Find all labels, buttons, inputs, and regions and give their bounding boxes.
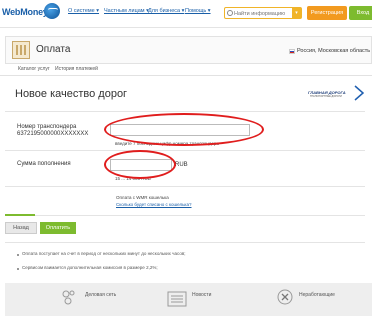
amount-input[interactable] xyxy=(110,159,172,171)
amount-label: Сумма пополнения xyxy=(17,161,71,167)
section-divider xyxy=(5,215,365,216)
webmoney-logo-text[interactable]: WebMoney xyxy=(2,7,48,17)
footer-panel: Деловая сеть Новости Неработающие xyxy=(5,283,372,316)
page-header: Оплата Россия, Московская область xyxy=(5,36,372,64)
note-bullet xyxy=(17,268,19,270)
note-timing: Оплата поступает на счет в период от нес… xyxy=(22,251,186,256)
transponder-prefix: 6372195000000XXXXXXX xyxy=(17,131,89,137)
chevron-down-icon[interactable]: ▾ xyxy=(292,8,301,18)
login-button[interactable]: Вход xyxy=(349,6,372,20)
search-input[interactable] xyxy=(234,9,290,18)
wallet-charge-link[interactable]: Сколько будет списано с кошелька? xyxy=(116,202,192,207)
footer-business-network[interactable]: Деловая сеть xyxy=(85,292,116,298)
nav-individuals[interactable]: Частным лицам ▾ xyxy=(104,8,149,14)
search-box[interactable]: ▾ xyxy=(224,7,302,19)
nav-business[interactable]: Для бизнеса ▾ xyxy=(148,8,184,14)
top-navigation-bar: WebMoney О системе ▾ Частным лицам ▾ Для… xyxy=(0,0,372,28)
tab-payment-history[interactable]: История платежей xyxy=(55,66,98,72)
section-divider xyxy=(5,111,365,112)
footer-news[interactable]: Новости xyxy=(192,292,211,298)
note-commission: Сервисом взимается дополнительная комисс… xyxy=(22,265,158,270)
tools-icon[interactable] xyxy=(277,289,293,305)
news-icon[interactable] xyxy=(167,291,187,307)
nav-help[interactable]: Помощь ▾ xyxy=(185,8,211,14)
back-button[interactable]: Назад xyxy=(5,222,37,234)
glavnaya-doroga-logo: ГЛАВНАЯ ДОРОГА ТРАНСПОРТНЫЕ ДОРОГИ xyxy=(308,84,364,102)
region-selector[interactable]: Россия, Московская область xyxy=(297,48,370,54)
transponder-label-line1: Номер транспондера xyxy=(17,124,77,130)
brand-arrow-icon xyxy=(354,85,364,101)
section-divider xyxy=(5,242,365,243)
tab-service-catalog[interactable]: Каталог услуг xyxy=(18,66,50,72)
business-network-icon[interactable] xyxy=(61,289,77,305)
transponder-input[interactable] xyxy=(110,124,250,136)
header-tabs: Каталог услуг История платежей xyxy=(0,64,372,76)
page-title: Оплата xyxy=(36,44,71,55)
amount-range-hint: 15 ... 14 005 RUB xyxy=(115,176,151,181)
section-divider xyxy=(5,186,365,187)
wallet-label: Оплата с WMR кошелька xyxy=(116,195,169,200)
service-title: Новое качество дорог xyxy=(15,88,128,100)
note-bullet xyxy=(17,254,19,256)
register-button[interactable]: Регистрация xyxy=(307,6,347,20)
progress-accent xyxy=(5,214,35,216)
brand-subtitle: ТРАНСПОРТНЫЕ ДОРОГИ xyxy=(310,95,342,98)
pay-button[interactable]: Оплатить xyxy=(40,222,76,234)
currency-label: RUB xyxy=(175,162,188,168)
russia-flag-icon xyxy=(289,49,295,54)
search-icon xyxy=(227,10,233,16)
webmoney-globe-icon[interactable] xyxy=(44,3,60,19)
transponder-label: Номер транспондера 6372195000000XXXXXXX xyxy=(17,124,88,138)
payment-catalog-icon xyxy=(12,41,30,59)
section-divider xyxy=(5,150,365,151)
nav-about[interactable]: О системе ▾ xyxy=(68,8,99,14)
transponder-hint: введите 7 последних цифр номера транспон… xyxy=(115,141,219,146)
footer-not-working[interactable]: Неработающие xyxy=(299,292,335,298)
